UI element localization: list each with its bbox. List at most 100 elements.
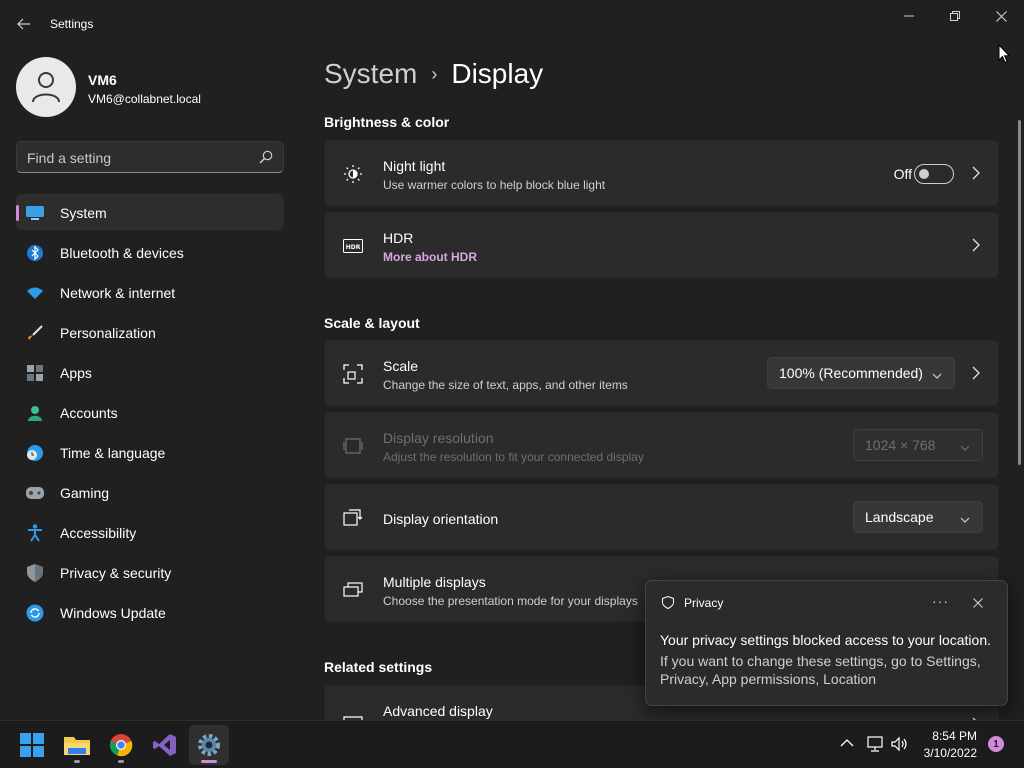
sidebar-item-label: Windows Update — [60, 605, 166, 621]
globe-clock-icon — [26, 444, 44, 462]
apps-icon — [26, 364, 44, 382]
minimize-button[interactable] — [886, 4, 932, 28]
taskbar-file-explorer[interactable] — [57, 725, 97, 765]
hdr-card[interactable]: HDR HDR More about HDR — [324, 212, 999, 278]
avatar[interactable] — [16, 57, 76, 117]
section-title-related: Related settings — [324, 659, 433, 675]
hdr-icon: HDR — [343, 236, 363, 256]
scale-dropdown[interactable]: 100% (Recommended) — [767, 357, 955, 389]
card-subtitle: Use warmer colors to help block blue lig… — [383, 178, 606, 192]
chrome-icon — [109, 734, 133, 757]
card-title: HDR — [383, 230, 414, 246]
search-input[interactable] — [27, 148, 252, 168]
night-light-card[interactable]: Night light Use warmer colors to help bl… — [324, 140, 999, 206]
settings-icon — [198, 734, 220, 756]
mouse-cursor-icon — [998, 44, 1010, 64]
person-icon — [26, 404, 44, 422]
night-light-toggle[interactable] — [914, 164, 954, 184]
shield-icon — [26, 564, 44, 582]
resolution-icon — [343, 436, 363, 456]
taskbar: 8:54 PM 3/10/2022 1 — [0, 720, 1024, 768]
user-icon — [32, 72, 60, 103]
toast-title: Privacy — [684, 596, 724, 610]
hdr-learn-more-link[interactable]: More about HDR — [383, 250, 477, 264]
toggle-knob — [919, 169, 929, 179]
monitor-icon — [26, 204, 44, 222]
minimize-icon — [904, 15, 914, 17]
taskbar-settings[interactable] — [189, 725, 229, 765]
notification-badge[interactable]: 1 — [988, 736, 1004, 752]
network-icon[interactable] — [866, 736, 884, 757]
scale-card[interactable]: Scale Change the size of text, apps, and… — [324, 340, 999, 406]
sidebar-item-accounts[interactable]: Accounts — [16, 394, 284, 430]
sidebar-item-windows-update[interactable]: Windows Update — [16, 594, 284, 630]
close-icon — [973, 598, 983, 608]
scrollbar[interactable] — [1018, 120, 1021, 465]
search-box[interactable] — [16, 141, 284, 173]
chevron-right-icon — [972, 238, 980, 257]
card-title: Display resolution — [383, 430, 494, 446]
sidebar-item-gaming[interactable]: Gaming — [16, 474, 284, 510]
sidebar-item-network[interactable]: Network & internet — [16, 274, 284, 310]
breadcrumb-separator: › — [431, 63, 438, 84]
chevron-down-icon — [960, 439, 970, 455]
display-orientation-card[interactable]: Display orientation Landscape — [324, 484, 999, 550]
breadcrumb: System › Display — [324, 58, 543, 90]
sidebar-item-bluetooth[interactable]: Bluetooth & devices — [16, 234, 284, 270]
card-subtitle: Choose the presentation mode for your di… — [383, 594, 638, 608]
sidebar-item-apps[interactable]: Apps — [16, 354, 284, 390]
running-indicator — [74, 760, 80, 763]
dropdown-value: 1024 × 768 — [865, 437, 936, 453]
restore-icon — [950, 11, 960, 21]
chevron-down-icon — [960, 511, 970, 527]
card-title: Multiple displays — [383, 574, 486, 590]
shield-icon — [662, 595, 674, 614]
sidebar-item-label: Apps — [60, 365, 92, 381]
night-light-icon — [343, 164, 363, 184]
section-title-brightness: Brightness & color — [324, 114, 450, 130]
breadcrumb-parent[interactable]: System — [324, 58, 417, 90]
sidebar-item-time-language[interactable]: Time & language — [16, 434, 284, 470]
sidebar-item-label: Accounts — [60, 405, 118, 421]
clock-date: 3/10/2022 — [923, 746, 977, 760]
chevron-right-icon — [972, 166, 980, 185]
search-icon[interactable] — [259, 150, 273, 169]
maximize-button[interactable] — [932, 4, 978, 28]
toast-close-button[interactable] — [973, 595, 983, 613]
back-button[interactable] — [10, 10, 38, 38]
toast-detail: If you want to change these settings, go… — [660, 653, 981, 687]
wifi-icon — [26, 284, 44, 302]
back-arrow-icon — [17, 18, 30, 30]
sidebar-item-accessibility[interactable]: Accessibility — [16, 514, 284, 550]
close-button[interactable] — [978, 4, 1024, 28]
sidebar-item-label: Time & language — [60, 445, 166, 461]
orientation-dropdown[interactable]: Landscape — [853, 501, 983, 533]
card-title: Night light — [383, 158, 446, 174]
card-subtitle: Adjust the resolution to fit your connec… — [383, 450, 644, 464]
close-icon — [995, 10, 1007, 22]
accessibility-icon — [26, 524, 44, 542]
brush-icon — [26, 324, 44, 342]
card-subtitle: Change the size of text, apps, and other… — [383, 378, 628, 392]
update-icon — [26, 604, 44, 622]
start-icon — [20, 733, 44, 757]
sidebar-item-privacy-security[interactable]: Privacy & security — [16, 554, 284, 590]
chevron-up-icon[interactable] — [840, 735, 854, 753]
svg-text:HDR: HDR — [346, 244, 361, 251]
sidebar-item-label: Gaming — [60, 485, 110, 501]
user-email: VM6@collabnet.local — [88, 92, 201, 106]
display-resolution-card: Display resolution Adjust the resolution… — [324, 412, 999, 478]
resolution-dropdown: 1024 × 768 — [853, 429, 983, 461]
selection-indicator — [16, 205, 19, 221]
more-options-icon[interactable]: ··· — [932, 593, 949, 609]
start-button[interactable] — [12, 725, 52, 765]
sidebar-item-personalization[interactable]: Personalization — [16, 314, 284, 350]
sidebar-item-system[interactable]: System — [16, 194, 284, 230]
sidebar-item-label: Personalization — [60, 325, 156, 341]
dropdown-value: 100% (Recommended) — [779, 365, 923, 381]
clock-time: 8:54 PM — [932, 729, 977, 743]
volume-icon[interactable] — [891, 736, 909, 757]
taskbar-chrome[interactable] — [101, 725, 141, 765]
taskbar-visual-studio[interactable] — [145, 725, 185, 765]
privacy-toast[interactable]: Privacy ··· Your privacy settings blocke… — [645, 580, 1008, 706]
